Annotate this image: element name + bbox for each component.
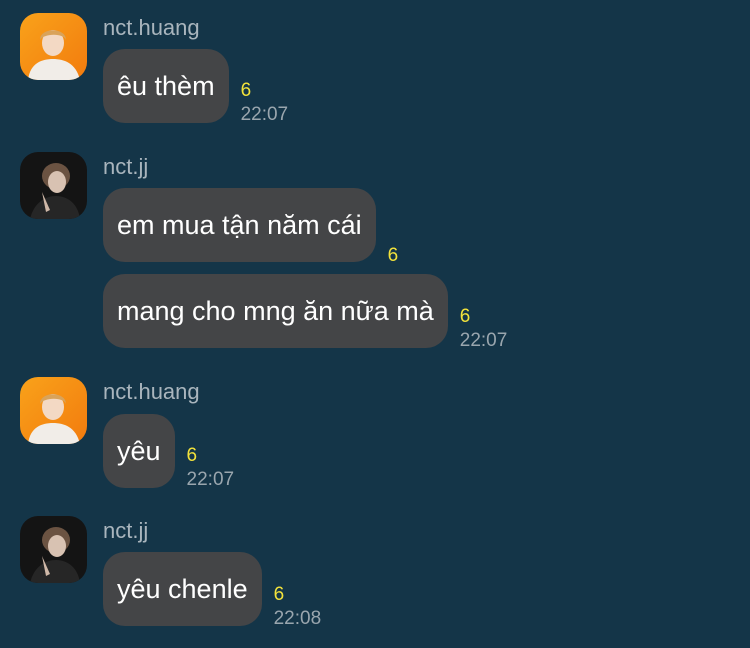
avatar[interactable] <box>20 377 87 444</box>
message-bubble[interactable]: mang cho mng ăn nữa mà <box>103 274 448 348</box>
message-bubble[interactable]: yêu <box>103 414 175 488</box>
message-row: yêu chenle 6 22:08 <box>103 552 354 629</box>
message-row: em mua tận năm cái 6 <box>103 188 468 266</box>
avatar[interactable] <box>20 13 87 80</box>
avatar[interactable] <box>20 516 87 583</box>
timestamp: 22:07 <box>240 104 289 125</box>
sender-name: nct.huang <box>103 15 200 40</box>
sender-name: nct.jj <box>103 154 149 179</box>
avatar[interactable] <box>20 152 87 219</box>
read-count: 6 <box>186 445 198 466</box>
read-count: 6 <box>387 245 399 266</box>
message-bubble[interactable]: em mua tận năm cái <box>103 188 376 262</box>
chat-area: nct.huang êu thèm 6 22:07 nct.jj em mua … <box>0 0 750 648</box>
message-row: yêu 6 22:07 <box>103 414 267 490</box>
read-count: 6 <box>459 306 471 327</box>
message-bubble[interactable]: êu thèm <box>103 49 229 123</box>
message-row: êu thèm 6 22:07 <box>103 49 321 125</box>
read-count: 6 <box>273 584 285 605</box>
message-meta: 6 22:07 <box>459 274 540 351</box>
timestamp: 22:07 <box>459 330 508 351</box>
message-meta: 6 <box>388 188 468 266</box>
message-meta: 6 22:08 <box>273 552 354 629</box>
timestamp: 22:08 <box>273 608 322 629</box>
sender-name: nct.jj <box>103 518 149 543</box>
message-meta: 6 22:07 <box>186 414 267 490</box>
read-count: 6 <box>240 80 252 101</box>
message-meta: 6 22:07 <box>240 49 321 125</box>
message-row: mang cho mng ăn nữa mà 6 22:07 <box>103 274 540 351</box>
sender-name: nct.huang <box>103 379 200 404</box>
timestamp: 22:07 <box>186 469 235 490</box>
message-bubble[interactable]: yêu chenle <box>103 552 262 626</box>
